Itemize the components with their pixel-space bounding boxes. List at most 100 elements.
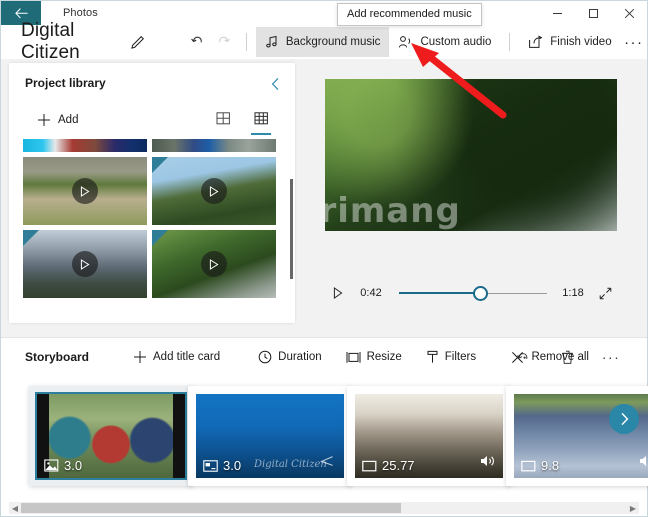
library-row: [23, 157, 285, 225]
library-item-clip-strip-1[interactable]: [23, 139, 147, 152]
resize-button[interactable]: Resize: [338, 343, 410, 371]
library-item-clip-strip-2[interactable]: [152, 139, 276, 152]
library-title: Project library: [25, 76, 106, 90]
plus-icon: [134, 351, 147, 363]
play-overlay-icon: [201, 251, 227, 277]
redo-icon: [218, 36, 230, 43]
add-media-button[interactable]: Add: [37, 113, 78, 127]
card-thumbnail: 25.77: [355, 394, 503, 478]
plus-icon: [38, 114, 50, 126]
library-item-video-tree-road[interactable]: [152, 230, 276, 298]
fullscreen-icon: [599, 287, 611, 299]
library-row: [23, 139, 285, 152]
storyboard-card-mountains[interactable]: 25.77: [347, 386, 511, 486]
maximize-button[interactable]: [575, 1, 611, 25]
back-arrow-icon: [14, 7, 28, 18]
titlecard-icon: [203, 459, 218, 472]
duration-label: Duration: [278, 351, 322, 363]
seek-slider-thumb[interactable]: [473, 285, 489, 301]
play-icon: [80, 185, 90, 197]
storyboard-more-button[interactable]: ···: [596, 343, 626, 371]
scroll-next-button[interactable]: [609, 404, 639, 434]
play-button[interactable]: [327, 287, 349, 299]
divider: [246, 33, 247, 51]
tooltip-add-recommended-music: Add recommended music: [337, 3, 482, 26]
library-toolbar: Add: [9, 103, 295, 137]
chevron-right-icon: [620, 412, 628, 426]
add-media-label: Add: [58, 114, 79, 126]
library-row: [23, 230, 285, 298]
library-header: Project library: [9, 63, 295, 103]
remove-all-button[interactable]: Remove all: [511, 343, 589, 371]
library-item-video-playground[interactable]: [23, 157, 147, 225]
selection-corner-icon: [152, 230, 168, 246]
selection-corner-icon: [23, 230, 39, 246]
seek-slider[interactable]: [399, 284, 547, 302]
app-name-label: Photos: [63, 7, 98, 19]
library-vertical-scrollbar[interactable]: [290, 179, 293, 279]
finish-video-button[interactable]: Finish video: [519, 27, 620, 57]
selection-corner-icon: [152, 157, 168, 173]
chevron-left-icon: [271, 77, 279, 91]
storyboard-card-title[interactable]: 3.0 Digital Citizen: [188, 386, 352, 486]
finish-video-label: Finish video: [550, 36, 612, 48]
grid-small-view-button[interactable]: [249, 107, 273, 135]
total-time-label: 1:18: [562, 287, 584, 299]
card-title-watermark: Digital Citizen: [254, 459, 327, 470]
card-title-arrow-icon: [320, 454, 334, 472]
filter-brush-icon: [427, 350, 438, 363]
photo-icon: [44, 459, 59, 472]
export-icon: [529, 35, 543, 48]
custom-audio-button[interactable]: Custom audio: [389, 27, 500, 57]
video-icon: [521, 460, 536, 471]
filters-label: Filters: [444, 351, 477, 363]
card-thumbnail: 3.0 Digital Citizen: [196, 394, 344, 478]
collapse-library-button[interactable]: [265, 73, 287, 95]
card-duration-value: 3.0: [64, 458, 83, 473]
undo-button[interactable]: [184, 28, 210, 56]
grid-large-view-button[interactable]: [211, 107, 235, 133]
play-overlay-icon: [72, 178, 98, 204]
card-duration-badge: 25.77: [362, 458, 415, 473]
more-options-button[interactable]: ···: [621, 28, 647, 56]
card-duration-badge: 9.8: [521, 458, 559, 473]
fullscreen-button[interactable]: [593, 287, 617, 300]
command-bar: Digital Citizen Background music Custom …: [1, 20, 647, 63]
minimize-button[interactable]: [539, 1, 575, 25]
view-toggle-group: [211, 107, 273, 135]
video-preview[interactable]: ntrimang: [325, 79, 617, 231]
redo-button[interactable]: [211, 28, 237, 56]
background-music-label: Background music: [285, 36, 381, 48]
editor-body: Project library Add rimang 0:42 1:18: [1, 59, 647, 337]
photos-video-editor-window: Photos Add recommended music Digital Cit…: [0, 0, 648, 517]
filters-button[interactable]: Filters: [418, 343, 484, 371]
close-x-icon: [512, 351, 524, 363]
card-duration-value: 9.8: [541, 458, 560, 473]
close-button[interactable]: [611, 1, 647, 25]
close-icon: [624, 8, 634, 18]
duration-button[interactable]: Duration: [250, 343, 329, 371]
project-library-panel: Project library Add: [9, 63, 295, 323]
playback-controls: 0:42 1:18: [327, 281, 617, 305]
scroll-left-arrow-icon[interactable]: ◀: [9, 504, 21, 513]
rename-project-button[interactable]: [128, 31, 146, 53]
background-music-button[interactable]: Background music: [255, 27, 390, 57]
seek-track-remainder: [480, 292, 547, 294]
maximize-icon: [588, 8, 598, 18]
music-note-icon: [266, 35, 277, 48]
storyboard-title: Storyboard: [25, 350, 90, 364]
storyboard-horizontal-scrollbar[interactable]: ◀ ▶: [9, 502, 639, 514]
undo-icon: [191, 36, 203, 43]
storyboard-card-cyclists[interactable]: 3.0: [29, 386, 193, 486]
library-item-video-forest-sky[interactable]: [152, 157, 276, 225]
scroll-right-arrow-icon[interactable]: ▶: [627, 504, 639, 513]
resize-label: Resize: [366, 351, 402, 363]
speaker-icon: [640, 456, 648, 466]
card-thumbnail: 3.0: [35, 392, 187, 480]
library-item-video-mountains[interactable]: [23, 230, 147, 298]
card-duration-value: 3.0: [223, 458, 242, 473]
scrollbar-thumb[interactable]: [21, 503, 401, 513]
add-title-card-button[interactable]: Add title card: [125, 343, 228, 371]
card-duration-badge: 3.0: [44, 458, 82, 473]
minimize-icon: [552, 12, 562, 14]
